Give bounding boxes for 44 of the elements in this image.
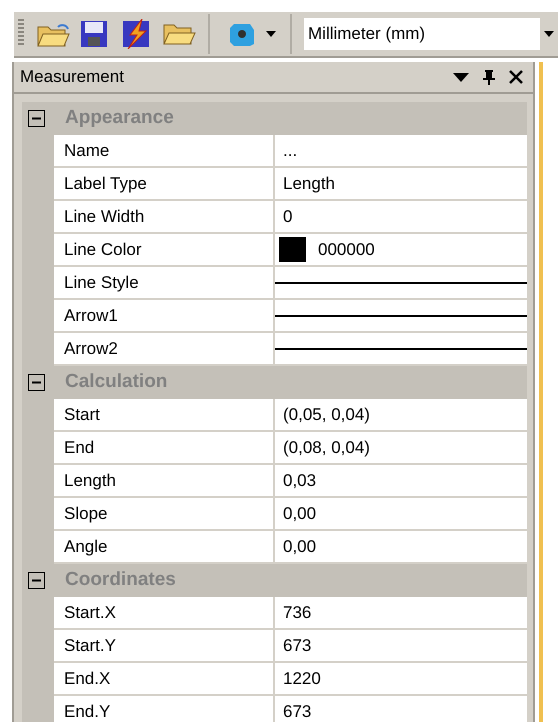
lightning-save-icon[interactable] [122, 19, 150, 49]
dropdown-arrow-icon[interactable] [453, 72, 469, 82]
property-label: Arrow1 [64, 304, 118, 327]
category-title[interactable]: Calculation [65, 368, 168, 397]
property-label: Length [64, 470, 116, 492]
save-icon[interactable] [80, 20, 108, 48]
property-label: End [64, 436, 94, 459]
property-value: 0,00 [282, 502, 316, 525]
collapse-icon[interactable] [28, 374, 45, 391]
property-value: 0,00 [282, 536, 316, 558]
property-label: Start [64, 404, 100, 426]
collapse-icon[interactable] [28, 572, 45, 589]
property-label: Name [64, 140, 110, 162]
property-label: Slope [64, 502, 108, 525]
property-value: 000000 [318, 238, 375, 261]
property-label: End.X [64, 668, 110, 690]
property-value: 673 [282, 700, 312, 722]
property-label: Start.X [64, 602, 116, 624]
property-label: Line Width [64, 206, 144, 228]
property-label: Line Color [64, 238, 142, 261]
panel-title: Measurement [20, 66, 124, 88]
category-title[interactable]: Coordinates [65, 566, 176, 595]
property-label: End.Y [64, 700, 110, 722]
unit-select[interactable]: Millimeter (mm) [304, 18, 558, 50]
property-label: Start.Y [64, 634, 116, 657]
collapse-icon[interactable] [28, 110, 45, 127]
category-title[interactable]: Appearance [65, 104, 174, 133]
property-label: Line Style [64, 272, 139, 294]
close-icon[interactable] [509, 70, 523, 84]
pin-icon[interactable] [483, 69, 495, 85]
property-label: Label Type [64, 172, 147, 195]
property-value: 1220 [282, 668, 321, 690]
property-value: (0,05, 0,04) [282, 404, 370, 426]
property-value: (0,08, 0,04) [282, 436, 370, 459]
property-value: 736 [282, 602, 312, 624]
property-label: Arrow2 [64, 338, 118, 360]
property-value: ... [282, 140, 298, 162]
dropdown-arrow-icon[interactable] [266, 31, 276, 37]
property-value: 0,03 [282, 470, 316, 492]
property-value: Length [282, 172, 335, 195]
property-value: 0 [282, 206, 292, 228]
dropdown-arrow-icon[interactable] [544, 31, 554, 37]
property-label: Angle [64, 536, 108, 558]
property-value: 673 [282, 634, 312, 657]
